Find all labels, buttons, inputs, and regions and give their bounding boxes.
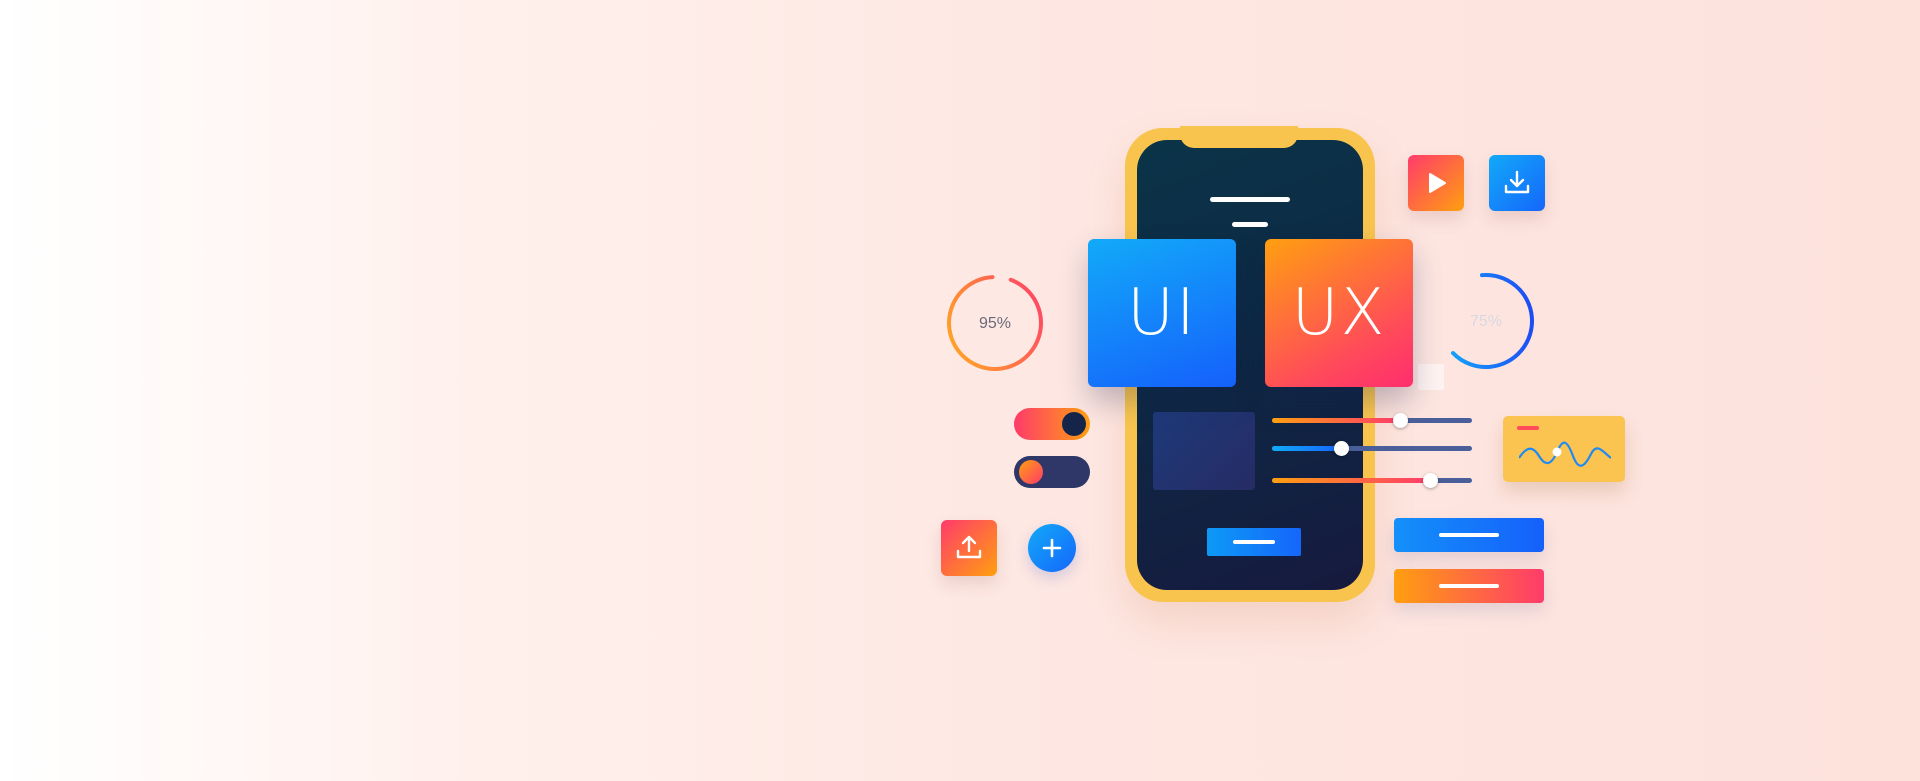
play-icon xyxy=(1429,173,1446,193)
wave-line-icon xyxy=(1519,441,1611,467)
slider-knob[interactable] xyxy=(1423,473,1438,488)
wave-chart-card xyxy=(1503,416,1625,482)
button-label-line xyxy=(1439,584,1499,588)
toggle-switch-off[interactable] xyxy=(1014,456,1090,488)
ux-tile: UX xyxy=(1265,239,1413,387)
screen-card xyxy=(1153,412,1255,490)
toggle-knob xyxy=(1019,460,1043,484)
slider-knob[interactable] xyxy=(1393,413,1408,428)
slider-fill xyxy=(1272,478,1430,483)
card-header-line xyxy=(1517,426,1539,430)
button-label-line xyxy=(1439,533,1499,537)
screen-subheader-line xyxy=(1232,222,1268,227)
slider-2[interactable] xyxy=(1272,441,1472,456)
progress-gauge-75: 75% xyxy=(1438,272,1534,369)
gauge-label: 75% xyxy=(1470,313,1502,330)
slider-3[interactable] xyxy=(1272,473,1472,488)
decorative-square xyxy=(1418,364,1444,390)
toggle-switch-on[interactable] xyxy=(1014,408,1090,440)
screen-button[interactable] xyxy=(1207,528,1301,556)
screen-header-line xyxy=(1210,197,1290,202)
slider-fill xyxy=(1272,418,1400,423)
phone-notch xyxy=(1180,126,1298,148)
screen-button-line xyxy=(1233,540,1275,544)
download-button[interactable] xyxy=(1489,155,1545,211)
upload-icon xyxy=(956,535,982,559)
add-button[interactable] xyxy=(1028,524,1076,572)
blue-action-button[interactable] xyxy=(1394,518,1544,552)
plus-icon xyxy=(1042,538,1062,558)
toggle-knob xyxy=(1062,412,1086,436)
download-icon xyxy=(1504,170,1530,194)
slider-1[interactable] xyxy=(1272,413,1472,428)
progress-gauge-95: 95% xyxy=(947,275,1043,371)
gauge-label: 95% xyxy=(979,315,1011,332)
slider-knob[interactable] xyxy=(1334,441,1349,456)
ui-tile: UI xyxy=(1088,239,1236,387)
play-button[interactable] xyxy=(1408,155,1464,211)
slider-fill xyxy=(1272,446,1340,451)
upload-button[interactable] xyxy=(941,520,997,576)
orange-action-button[interactable] xyxy=(1394,569,1544,603)
